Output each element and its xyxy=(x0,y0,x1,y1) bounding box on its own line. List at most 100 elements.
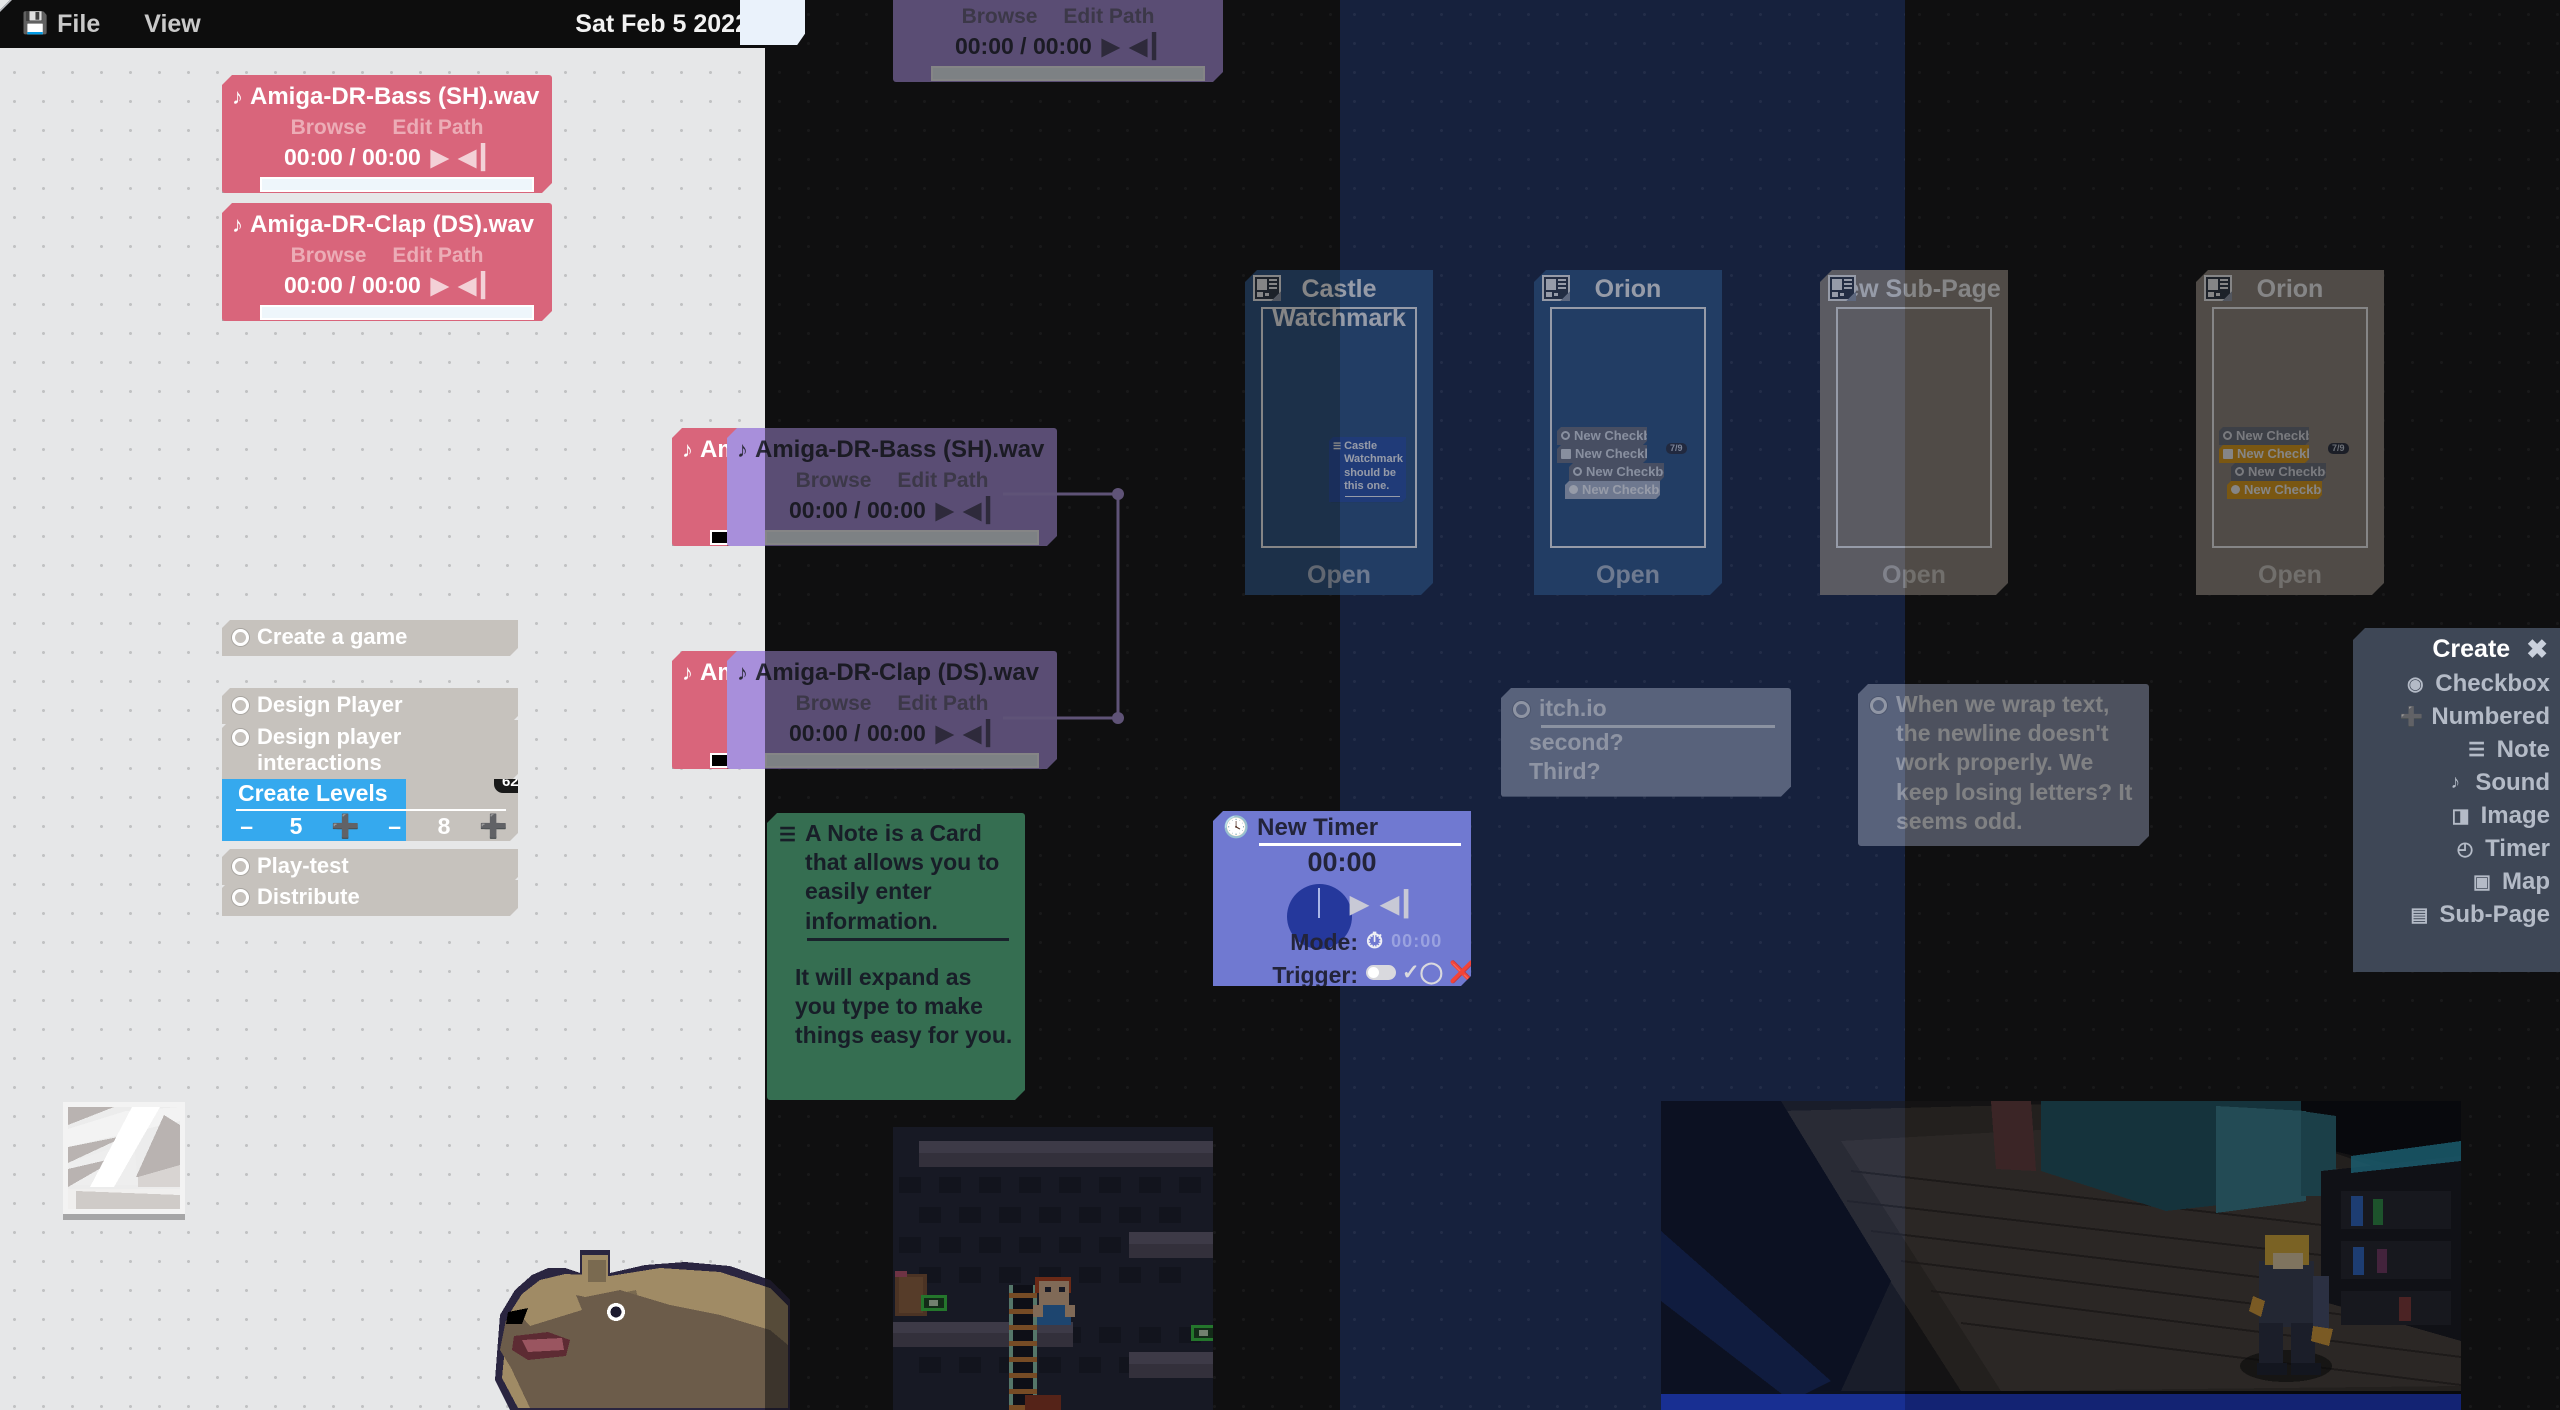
checklist-item-label[interactable]: Distribute xyxy=(257,884,360,910)
create-item-label[interactable]: Timer xyxy=(2485,835,2550,863)
create-item-label[interactable]: Map xyxy=(2502,868,2550,896)
mini-checkbox-item[interactable]: New Checkbox xyxy=(1565,481,1660,499)
mini-checkbox-item[interactable]: New Checkbox xyxy=(2219,445,2309,463)
sound-card[interactable]: ♪Amiga-DR-Clap (DS).wavBrowseEdit Path00… xyxy=(222,203,552,321)
menu-item-view[interactable]: View xyxy=(122,0,223,48)
create-item-map[interactable]: ▣Map xyxy=(2353,868,2550,896)
edit-path-button[interactable]: Edit Path xyxy=(897,692,988,716)
sound-progress-bar[interactable] xyxy=(765,530,1039,545)
sub-page-open-button[interactable]: Open xyxy=(1245,561,1433,590)
note-card[interactable]: ☰A Note is a Card that allows you to eas… xyxy=(767,813,1025,1100)
checklist-item-label[interactable]: Design Player xyxy=(257,692,403,718)
sound-progress-bar[interactable] xyxy=(931,66,1205,81)
timer-card[interactable]: 🕓 New Timer 00:00 ▶ ◀┃ Mode: ⏱ 00:00 Tri… xyxy=(1213,811,1471,986)
create-item-label[interactable]: Image xyxy=(2481,802,2550,830)
decrement-current-icon[interactable]: – xyxy=(222,813,271,840)
edit-path-button[interactable]: Edit Path xyxy=(897,469,988,493)
timer-mode-value[interactable]: 00:00 xyxy=(1391,931,1442,952)
image-card[interactable] xyxy=(63,1102,185,1214)
edit-path-button[interactable]: Edit Path xyxy=(1063,5,1154,29)
sound-progress-bar[interactable] xyxy=(260,305,534,320)
mini-checkbox-label[interactable]: New Checkbox xyxy=(1574,428,1666,443)
mini-checkbox-item[interactable]: New Checkbox xyxy=(2219,427,2309,445)
checkbox-ring-icon[interactable] xyxy=(1870,697,1887,714)
mini-checkbox-label[interactable]: New Checkbox xyxy=(2244,482,2336,497)
checkbox-ring-icon[interactable] xyxy=(2223,431,2232,440)
mini-checkbox-item[interactable]: New Checkbox xyxy=(1557,427,1647,445)
timer-title-label[interactable]: New Timer xyxy=(1257,814,1378,842)
numbered-label[interactable]: Create Levels xyxy=(222,779,518,809)
create-item-label[interactable]: Checkbox xyxy=(2435,670,2550,698)
numbered-target-value[interactable]: 8 xyxy=(419,813,468,840)
mini-checkbox-item[interactable]: New Checkbox xyxy=(2231,463,2326,481)
mini-checkbox-item[interactable]: New Checkbox xyxy=(2227,481,2322,499)
checkbox-ring-icon[interactable] xyxy=(232,629,249,646)
rewind-icon[interactable]: ◀┃ xyxy=(1380,890,1413,919)
sub-page-open-button[interactable]: Open xyxy=(1820,561,2008,590)
sound-card-title[interactable]: Amiga-DR-Clap (DS).wav xyxy=(250,211,534,239)
sound-card-title[interactable]: Amiga-DR-Bass (SH).wav xyxy=(755,436,1044,464)
checkbox-ring-icon[interactable] xyxy=(1573,467,1582,476)
sub-page-open-button[interactable]: Open xyxy=(2196,561,2384,590)
mini-checkbox-label[interactable]: New Checkbox xyxy=(1582,482,1674,497)
page-tab-chip[interactable] xyxy=(740,0,805,45)
mini-checkbox-label[interactable]: New Checkbox xyxy=(2236,428,2328,443)
play-icon[interactable]: ▶ xyxy=(1350,890,1368,919)
sound-card[interactable]: ♪Amiga-DR-Clap (DS).wavBrowseEdit Path00… xyxy=(727,651,1057,769)
checklist-item[interactable]: Design player interactions xyxy=(222,720,518,782)
create-item-note[interactable]: ☰Note xyxy=(2353,736,2550,764)
sub-page-card[interactable]: Castle Watchmark☰Castle Watchmark should… xyxy=(1245,270,1433,595)
mini-checkbox-label[interactable]: New Checkbox xyxy=(2248,464,2340,479)
checklist-item-label[interactable]: Play-test xyxy=(257,853,349,879)
create-item-sound[interactable]: ♪Sound xyxy=(2353,769,2550,797)
checklist-item[interactable]: Distribute xyxy=(222,880,518,916)
toggle-off-icon[interactable] xyxy=(1366,965,1396,980)
checkbox-ring-icon[interactable] xyxy=(2231,485,2240,494)
browse-button[interactable]: Browse xyxy=(291,116,367,140)
sub-page-card[interactable]: New Sub-PageOpen xyxy=(1820,270,2008,595)
create-item-label[interactable]: Sub-Page xyxy=(2439,901,2550,929)
mini-checkbox-label[interactable]: New Checkbox xyxy=(1575,446,1667,461)
numbered-current-value[interactable]: 5 xyxy=(271,813,320,840)
sound-progress-bar[interactable] xyxy=(260,177,534,192)
note-card-line[interactable]: When we wrap text, the newline doesn't w… xyxy=(1896,690,2137,836)
checkbox-ring-icon[interactable] xyxy=(232,858,249,875)
checkbox-ring-icon[interactable] xyxy=(2235,467,2244,476)
browse-button[interactable]: Browse xyxy=(291,244,367,268)
menu-item-file[interactable]: 💾 File xyxy=(0,0,122,48)
sub-page-open-button[interactable]: Open xyxy=(1534,561,1722,590)
sound-card[interactable]: ♪Amiga-DR-Bass (SH).wavBrowseEdit Path00… xyxy=(893,0,1223,82)
edit-path-button[interactable]: Edit Path xyxy=(392,116,483,140)
checkbox-ring-icon[interactable] xyxy=(1513,701,1530,718)
checkbox-ring-icon[interactable] xyxy=(1569,485,1578,494)
create-item-checkbox[interactable]: ◉Checkbox xyxy=(2353,670,2550,698)
note-card-line[interactable]: itch.io xyxy=(1539,694,1607,723)
checkbox-ring-icon[interactable] xyxy=(232,729,249,746)
decrement-target-icon[interactable]: – xyxy=(370,813,419,840)
note-card[interactable]: itch.io second?Third? xyxy=(1501,688,1791,797)
note-card-line[interactable]: A Note is a Card that allows you to easi… xyxy=(805,819,1013,936)
checkbox-ring-icon[interactable] xyxy=(1561,431,1570,440)
note-card-text[interactable]: A Note is a Card that allows you to easi… xyxy=(805,819,1013,936)
sound-progress-bar[interactable] xyxy=(765,753,1039,768)
note-card-body[interactable]: second?Third? xyxy=(1529,728,1779,786)
create-item-label[interactable]: Numbered xyxy=(2431,703,2550,731)
sound-card-title[interactable]: Amiga-DR-Bass (SH).wav xyxy=(250,83,539,111)
browse-button[interactable]: Browse xyxy=(796,692,872,716)
mini-note-text[interactable]: Castle Watchmark should be this one. xyxy=(1344,440,1403,494)
checkbox-ring-icon[interactable] xyxy=(232,697,249,714)
create-item-sub-page[interactable]: ▤Sub-Page xyxy=(2353,901,2550,929)
mini-checkbox-item[interactable]: New Checkbox xyxy=(1569,463,1664,481)
checklist-item-label[interactable]: Create a game xyxy=(257,624,407,650)
edit-path-button[interactable]: Edit Path xyxy=(392,244,483,268)
checklist-item[interactable]: Design Player xyxy=(222,688,518,724)
checklist-item[interactable]: Create a game xyxy=(222,620,518,656)
create-item-label[interactable]: Note xyxy=(2497,736,2550,764)
sub-page-card[interactable]: OrionNew CheckboxNew CheckboxNew Checkbo… xyxy=(2196,270,2384,595)
create-panel[interactable]: Create ✖ ◉Checkbox➕Numbered☰Note♪Sound◨I… xyxy=(2353,628,2560,972)
browse-button[interactable]: Browse xyxy=(796,469,872,493)
create-item-label[interactable]: Sound xyxy=(2475,769,2550,797)
increment-target-icon[interactable]: ➕ xyxy=(469,813,518,840)
create-item-image[interactable]: ◨Image xyxy=(2353,802,2550,830)
mini-checkbox-item[interactable]: New Checkbox xyxy=(1557,445,1647,463)
